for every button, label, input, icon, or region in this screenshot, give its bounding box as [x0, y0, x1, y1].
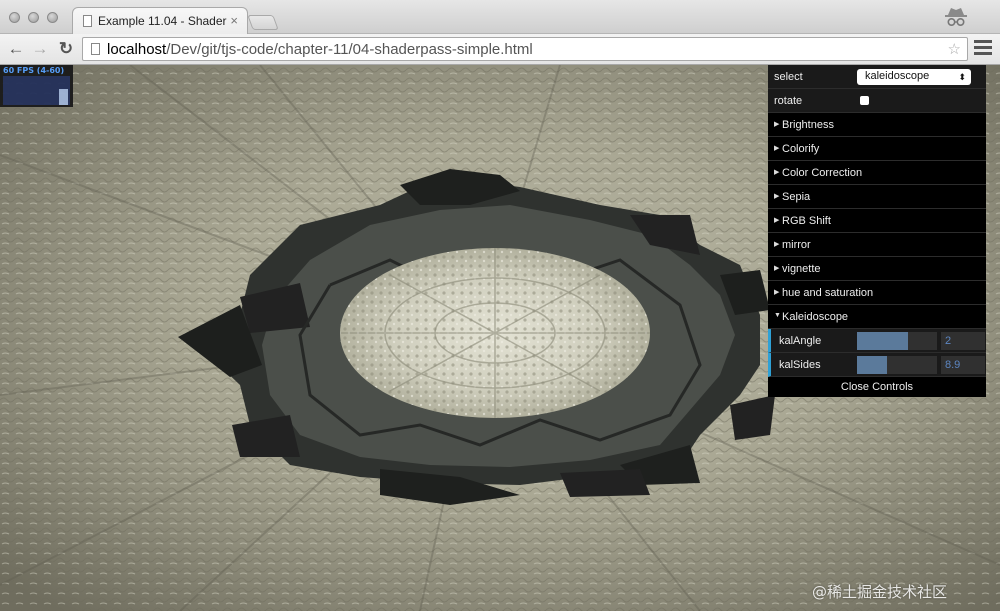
- folder-open-icon: ▼: [774, 312, 781, 319]
- folder-closed-icon: ▶: [774, 121, 780, 128]
- kal-angle-input[interactable]: 2: [941, 332, 985, 350]
- kal-sides-row: kalSides 8.9: [768, 353, 986, 377]
- rotate-checkbox[interactable]: [860, 96, 869, 105]
- folder-closed-icon: ▶: [774, 241, 780, 248]
- close-controls-button[interactable]: Close Controls: [768, 377, 986, 397]
- url-host: localhost: [107, 41, 167, 58]
- kal-angle-row: kalAngle 2: [768, 329, 986, 353]
- kal-angle-slider[interactable]: [857, 332, 937, 350]
- tab-title: Example 11.04 - Shader P: [98, 14, 228, 28]
- rotate-row: rotate: [768, 89, 986, 113]
- folder-rgb-shift[interactable]: ▶ RGB Shift: [768, 209, 986, 233]
- folder-label: Brightness: [782, 119, 834, 131]
- folder-kaleidoscope[interactable]: ▼ Kaleidoscope: [768, 305, 986, 329]
- select-row: select kaleidoscope ⬍: [768, 65, 986, 89]
- kal-sides-input[interactable]: 8.9: [941, 356, 985, 374]
- folder-closed-icon: ▶: [774, 265, 780, 272]
- folder-label: vignette: [782, 263, 821, 275]
- incognito-icon: [945, 8, 967, 27]
- hamburger-menu-icon[interactable]: [974, 40, 992, 58]
- folder-closed-icon: ▶: [774, 217, 780, 224]
- kal-sides-label: kalSides: [779, 359, 821, 371]
- close-window-button[interactable]: [9, 12, 20, 23]
- address-bar[interactable]: localhost/Dev/git/tjs-code/chapter-11/04…: [82, 37, 968, 61]
- browser-tab[interactable]: Example 11.04 - Shader P ×: [72, 7, 248, 35]
- select-arrows-icon: ⬍: [958, 72, 966, 82]
- reload-button[interactable]: ↻: [56, 39, 76, 59]
- minimize-window-button[interactable]: [28, 12, 39, 23]
- browser-toolbar: ← → ↻ localhost/Dev/git/tjs-code/chapter…: [0, 34, 1000, 65]
- kal-angle-label: kalAngle: [779, 335, 822, 347]
- fps-graph: [3, 76, 70, 105]
- page-icon: [91, 43, 100, 55]
- new-tab-button[interactable]: [247, 15, 279, 30]
- select-label: select: [774, 71, 803, 83]
- close-tab-icon[interactable]: ×: [230, 13, 238, 28]
- controls-panel: select kaleidoscope ⬍ rotate ▶ Brightnes…: [768, 65, 986, 397]
- bookmark-star-icon[interactable]: ☆: [948, 40, 961, 58]
- folder-label: Sepia: [782, 191, 811, 203]
- effect-select[interactable]: kaleidoscope ⬍: [857, 69, 971, 85]
- folder-closed-icon: ▶: [774, 193, 780, 200]
- folder-color-correction[interactable]: ▶ Color Correction: [768, 161, 986, 185]
- folder-label: Colorify: [782, 143, 820, 155]
- back-button[interactable]: ←: [6, 39, 26, 59]
- rotate-label: rotate: [774, 95, 803, 107]
- folder-label: Kaleidoscope: [782, 311, 849, 323]
- folder-sepia[interactable]: ▶ Sepia: [768, 185, 986, 209]
- zoom-window-button[interactable]: [47, 12, 58, 23]
- folder-vignette[interactable]: ▶ vignette: [768, 257, 986, 281]
- folder-closed-icon: ▶: [774, 145, 780, 152]
- watermark-text: @稀土掘金技术社区: [812, 583, 948, 601]
- folder-colorify[interactable]: ▶ Colorify: [768, 137, 986, 161]
- fps-bar: [59, 89, 68, 105]
- folder-label: hue and saturation: [782, 287, 874, 299]
- folder-label: Color Correction: [782, 167, 863, 179]
- forward-button[interactable]: →: [30, 39, 50, 59]
- fps-label: 60 FPS (4-60): [3, 66, 65, 75]
- folder-hue-and-saturation[interactable]: ▶ hue and saturation: [768, 281, 986, 305]
- folder-mirror[interactable]: ▶ mirror: [768, 233, 986, 257]
- folder-closed-icon: ▶: [774, 289, 780, 296]
- effect-select-value: kaleidoscope: [865, 70, 930, 82]
- folder-label: RGB Shift: [782, 215, 831, 227]
- url-text: localhost/Dev/git/tjs-code/chapter-11/04…: [107, 41, 533, 58]
- kal-sides-slider[interactable]: [857, 356, 937, 374]
- window-titlebar: Example 11.04 - Shader P ×: [0, 0, 1000, 35]
- kal-sides-fill: [857, 356, 888, 374]
- folder-closed-icon: ▶: [774, 169, 780, 176]
- url-path: /Dev/git/tjs-code/chapter-11/04-shaderpa…: [166, 41, 533, 58]
- folder-label: mirror: [782, 239, 811, 251]
- fps-stats-panel[interactable]: 60 FPS (4-60): [0, 65, 73, 107]
- folder-brightness[interactable]: ▶ Brightness: [768, 113, 986, 137]
- kal-angle-fill: [857, 332, 909, 350]
- page-icon: [83, 15, 92, 27]
